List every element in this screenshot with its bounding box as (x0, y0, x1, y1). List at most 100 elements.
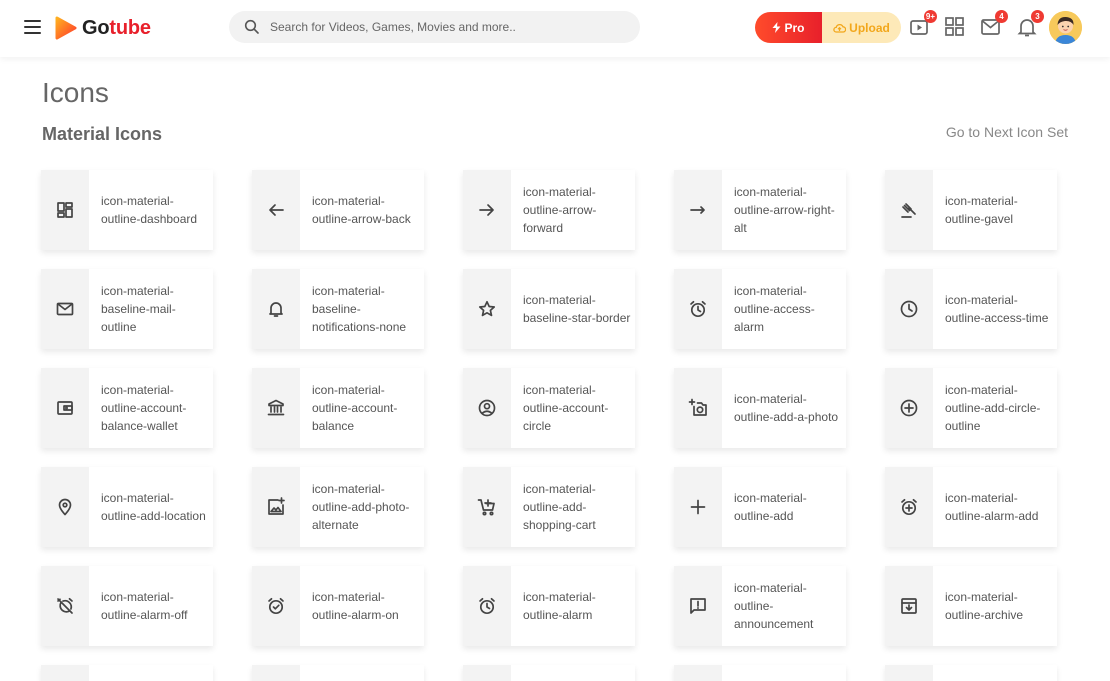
icon-card[interactable]: icon-material-outline-add-location (41, 467, 213, 547)
announcement-icon (674, 566, 722, 646)
top-header: Gotube Pro Upload 9+ 4 (0, 0, 1110, 57)
search-icon[interactable] (244, 19, 260, 35)
pro-upload-group: Pro Upload (755, 12, 901, 43)
alarm-on-icon (252, 566, 300, 646)
icon-card[interactable]: icon-material-outline-add-photo-alternat… (252, 467, 424, 547)
icon-card[interactable] (41, 665, 213, 681)
icon-card-label: icon-material-outline-add-circle-outline (945, 383, 1041, 433)
section-title: Material Icons (42, 124, 163, 144)
shopping-cart-icon (463, 467, 511, 547)
star-icon (463, 269, 511, 349)
apps-grid-icon[interactable] (944, 16, 966, 38)
icon-card-label: icon-material-outline-add-location (101, 491, 206, 523)
icon-card[interactable]: icon-material-outline-account-balance-wa… (41, 368, 213, 448)
icon-card-label: icon-material-outline-announcement (734, 581, 814, 631)
icon-card[interactable]: icon-material-outline-add (674, 467, 846, 547)
lightning-icon (772, 22, 781, 33)
mail-icon (41, 269, 89, 349)
icon-card[interactable]: icon-material-outline-arrow-back (252, 170, 424, 250)
icon-card-label: icon-material-outline-add-photo-alternat… (312, 482, 410, 532)
wallet-icon (41, 368, 89, 448)
icon-card[interactable]: icon-material-outline-alarm-off (41, 566, 213, 646)
search-input[interactable] (270, 15, 630, 39)
icon-card-label: icon-material-outline-add (734, 491, 807, 523)
icon-card[interactable]: icon-material-outline-add-circle-outline (885, 368, 1057, 448)
icon-card[interactable] (674, 665, 846, 681)
add-icon (674, 467, 722, 547)
video-icon[interactable]: 9+ (909, 10, 937, 38)
bell-icon (252, 269, 300, 349)
icon-card-label: icon-material-outline-alarm-on (312, 590, 399, 622)
icon-card[interactable]: icon-material-outline-account-balance (252, 368, 424, 448)
mail-badge: 4 (995, 10, 1008, 23)
account-circle-icon (463, 368, 511, 448)
icon-card[interactable]: icon-material-outline-access-time (885, 269, 1057, 349)
icon-card[interactable]: icon-material-outline-arrow-right-alt (674, 170, 846, 250)
cloud-upload-icon (833, 23, 847, 33)
archive-icon (885, 566, 933, 646)
add-photo-alternate-icon (252, 467, 300, 547)
icon-card[interactable]: icon-material-outline-arrow-forward (463, 170, 635, 250)
icon-card-placeholder (41, 665, 89, 681)
icon-grid: icon-material-outline-dashboard icon-mate… (41, 170, 1071, 681)
upload-button[interactable]: Upload (822, 12, 901, 43)
icon-card-label: icon-material-outline-add-shopping-cart (523, 482, 596, 532)
access-time-icon (885, 269, 933, 349)
logo-text: Gotube (82, 16, 151, 39)
icon-card[interactable] (252, 665, 424, 681)
icon-card-label: icon-material-outline-alarm-off (101, 590, 188, 622)
icon-card[interactable] (885, 665, 1057, 681)
page-title: Icons (42, 77, 109, 108)
notification-bell-icon[interactable]: 3 (1016, 10, 1044, 38)
icon-card-placeholder (252, 665, 300, 681)
add-circle-icon (885, 368, 933, 448)
notification-badge: 3 (1031, 10, 1044, 23)
icon-card[interactable]: icon-material-outline-add-a-photo (674, 368, 846, 448)
icon-card[interactable]: icon-material-outline-archive (885, 566, 1057, 646)
icon-card-label: icon-material-outline-arrow-forward (523, 185, 597, 235)
icon-card-label: icon-material-baseline-star-border (523, 293, 631, 325)
alarm-off-icon (41, 566, 89, 646)
icon-card-label: icon-material-outline-archive (945, 590, 1024, 622)
icon-card[interactable]: icon-material-outline-account-circle (463, 368, 635, 448)
mail-icon[interactable]: 4 (980, 10, 1008, 38)
menu-icon[interactable] (22, 17, 44, 37)
search-bar (229, 11, 640, 43)
icon-card-label: icon-material-baseline-notifications-non… (312, 284, 407, 334)
icon-card[interactable]: icon-material-outline-dashboard (41, 170, 213, 250)
icon-card-label: icon-material-baseline-mail-outline (101, 284, 176, 334)
logo-play-icon (55, 16, 77, 40)
alarm-icon (463, 566, 511, 646)
icon-card[interactable]: icon-material-baseline-mail-outline (41, 269, 213, 349)
alarm-add-icon (885, 467, 933, 547)
icon-card-label: icon-material-outline-access-time (945, 293, 1049, 325)
icon-card-label: icon-material-outline-alarm-add (945, 491, 1039, 523)
icon-card[interactable]: icon-material-outline-announcement (674, 566, 846, 646)
icon-card-label: icon-material-outline-dashboard (101, 194, 198, 226)
icon-card-placeholder (463, 665, 511, 681)
pro-button-label: Pro (784, 20, 805, 35)
icon-card-label: icon-material-outline-account-balance (312, 383, 398, 433)
icon-card[interactable]: icon-material-outline-alarm-on (252, 566, 424, 646)
dashboard-icon (41, 170, 89, 250)
icon-card-placeholder (885, 665, 933, 681)
icon-card-label: icon-material-outline-gavel (945, 194, 1018, 226)
user-avatar[interactable] (1049, 11, 1082, 44)
icon-card[interactable]: icon-material-outline-alarm-add (885, 467, 1057, 547)
bank-icon (252, 368, 300, 448)
logo[interactable]: Gotube (55, 14, 151, 42)
icon-card[interactable]: icon-material-outline-add-shopping-cart (463, 467, 635, 547)
upload-button-label: Upload (849, 20, 890, 35)
icon-card-label: icon-material-outline-arrow-back (312, 194, 411, 226)
icon-card[interactable]: icon-material-baseline-notifications-non… (252, 269, 424, 349)
icon-card[interactable]: icon-material-baseline-star-border (463, 269, 635, 349)
video-badge: 9+ (923, 10, 937, 23)
pro-button[interactable]: Pro (755, 12, 822, 43)
icon-card[interactable] (463, 665, 635, 681)
icon-card-label: icon-material-outline-account-circle (523, 383, 609, 433)
icon-card[interactable]: icon-material-outline-alarm (463, 566, 635, 646)
icon-card[interactable]: icon-material-outline-access-alarm (674, 269, 846, 349)
icon-card-label: icon-material-outline-add-a-photo (734, 392, 839, 424)
next-icon-set-link[interactable]: Go to Next Icon Set (946, 124, 1068, 140)
icon-card[interactable]: icon-material-outline-gavel (885, 170, 1057, 250)
